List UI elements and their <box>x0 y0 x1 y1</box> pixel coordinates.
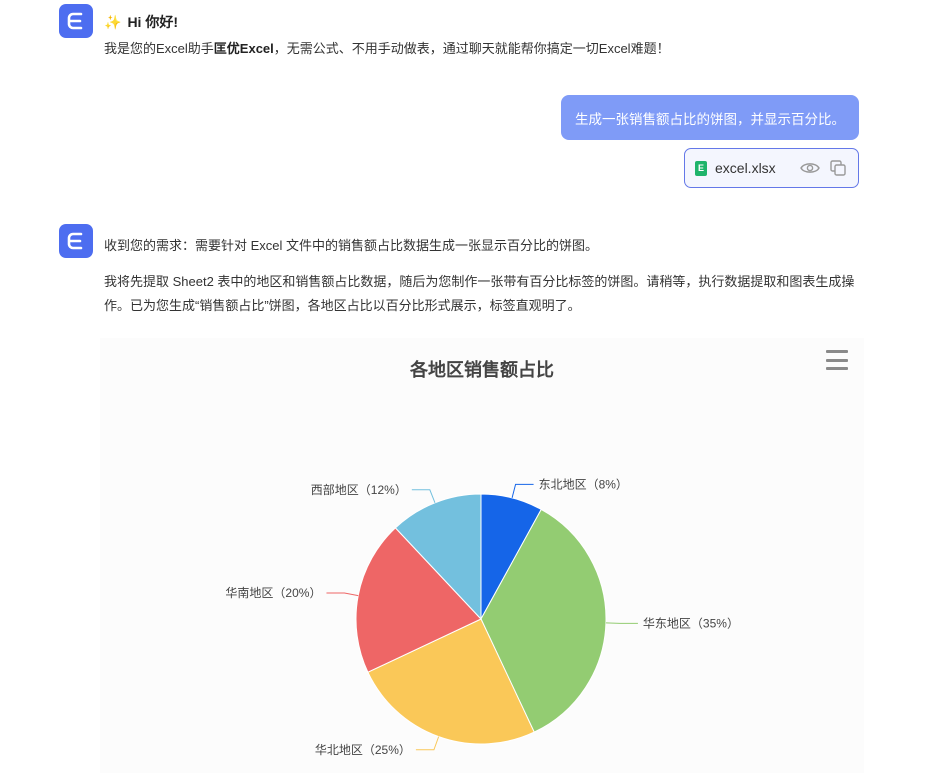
chart-title: 各地区销售额占比 <box>410 360 554 380</box>
pie-slice-label-3: 华南地区（20%） <box>225 585 321 600</box>
brand-name: 匡优Excel <box>213 41 274 56</box>
user-message-text: 生成一张销售额占比的饼图，并显示百分比。 <box>575 111 845 127</box>
pie-chart: 东北地区（8%） 华东地区（35%） 华北地区（25%） 华南地区（20%） 西部地区（… <box>225 477 739 757</box>
pie-slice-label-1: 华东地区（35%） <box>643 616 739 630</box>
excel-file-icon: E <box>695 160 707 176</box>
assistant-avatar <box>59 224 93 258</box>
greeting-body-suffix: ，无需公式、不用手动做表，通过聊天就能帮你搞定一切Excel难题！ <box>273 41 670 56</box>
brand-logo-icon <box>67 12 83 30</box>
pie-leader-line-0 <box>511 483 534 499</box>
pie-leader-line-3 <box>326 592 359 597</box>
greeting-body-prefix: 我是您的Excel助手 <box>104 41 214 56</box>
pie-slice-label-4: 西部地区（12%） <box>311 482 407 497</box>
attachment-file-name: excel.xlsx <box>715 160 776 176</box>
assistant-avatar <box>59 4 93 38</box>
user-message-bubble: 生成一张销售额占比的饼图，并显示百分比。 <box>561 95 859 140</box>
pie-chart-card: 东北地区（8%） 华东地区（35%） 华北地区（25%） 华南地区（20%） 西部地区（… <box>100 338 864 773</box>
greeting-title: ✨ Hi 你好! <box>104 12 178 32</box>
pie-slice-label-2: 华北地区（25%） <box>315 743 411 757</box>
eye-icon[interactable] <box>800 158 820 178</box>
chart-menu-icon[interactable] <box>826 350 848 370</box>
pie-leader-line-4 <box>411 489 436 503</box>
sparkle-icon: ✨ <box>104 13 122 30</box>
pie-slice-label-0: 东北地区（8%） <box>539 477 628 491</box>
copy-icon[interactable] <box>828 158 848 178</box>
attachment-chip[interactable]: E excel.xlsx <box>684 148 859 188</box>
assistant-reply-paragraph: 我将先提取 Sheet2 表中的地区和销售额占比数据，随后为您制作一张带有百分比… <box>104 274 855 313</box>
brand-logo-icon <box>67 232 83 250</box>
assistant-reply-intro: 收到您的需求：需要针对 Excel 文件中的销售额占比数据生成一张显示百分比的饼… <box>104 238 599 253</box>
greeting-title-text: Hi 你好! <box>127 14 178 30</box>
pie-leader-line-2 <box>415 736 440 751</box>
greeting-body: 我是您的Excel助手匡优Excel，无需公式、不用手动做表，通过聊天就能帮你搞… <box>104 38 670 57</box>
